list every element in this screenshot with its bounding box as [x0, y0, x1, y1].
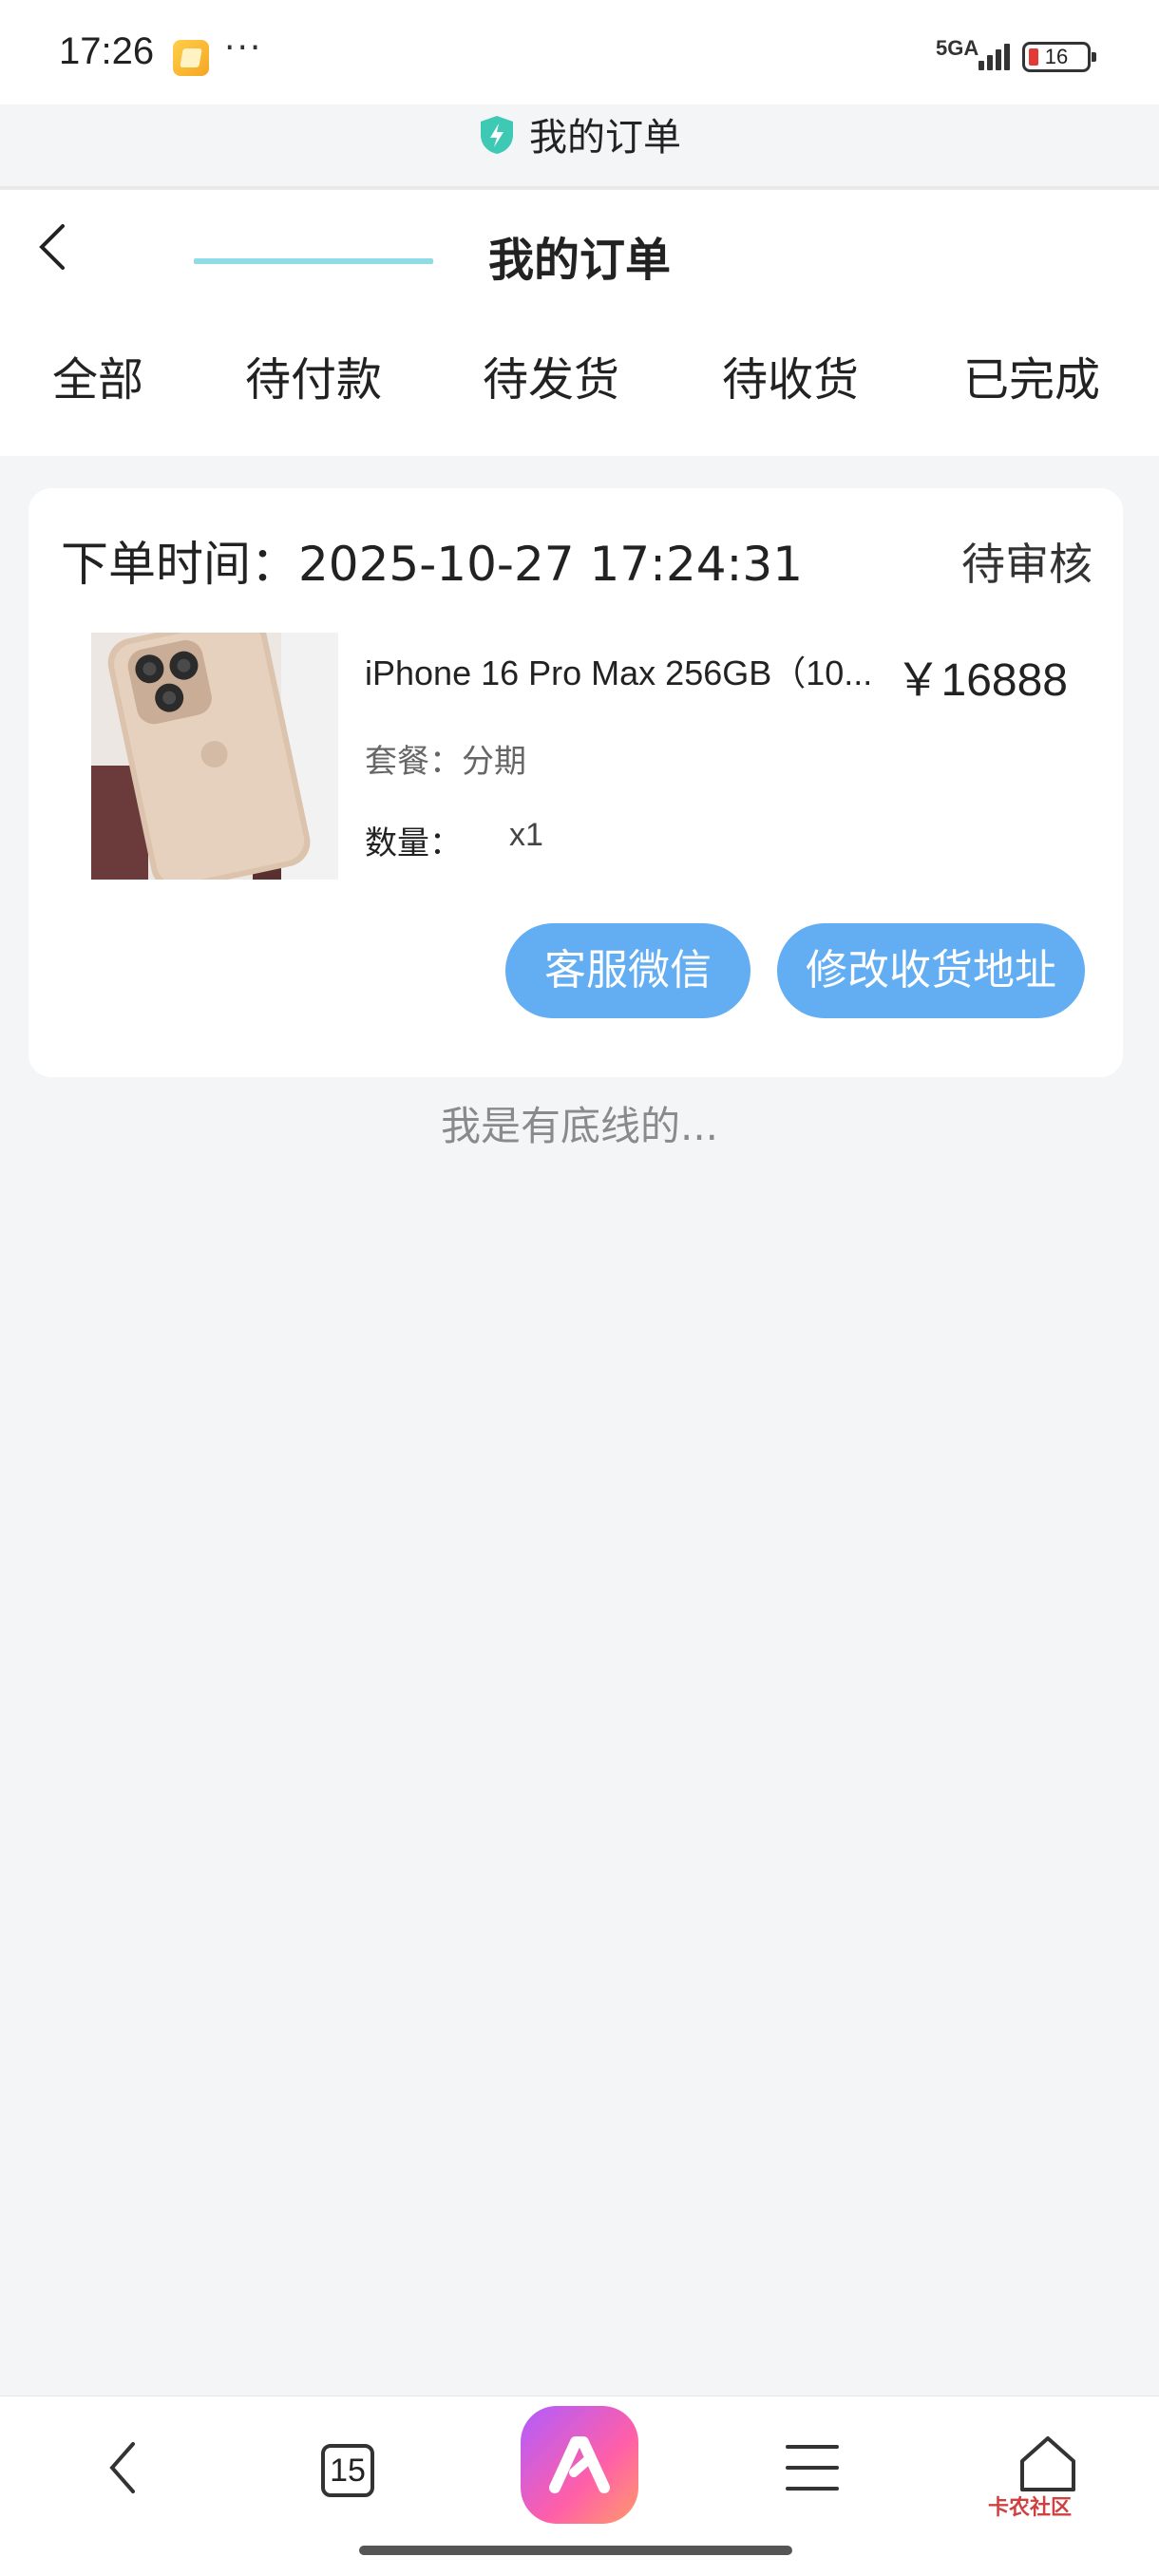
product-image[interactable]: [91, 633, 338, 880]
status-time: 17:26: [59, 30, 155, 72]
page-title: 我的订单: [487, 234, 671, 287]
app-header: 我的订单 全部 待付款 待发货 待收货 已完成: [0, 190, 1159, 456]
battery-level: 16: [1044, 45, 1069, 68]
tab-all[interactable]: 全部: [28, 342, 167, 456]
network-type: 5GA: [936, 36, 979, 60]
nav-back-button[interactable]: [86, 2396, 180, 2539]
edit-address-button[interactable]: 修改收货地址: [777, 923, 1085, 1018]
browser-title: 我的订单: [529, 116, 681, 160]
browser-app-button[interactable]: [521, 2406, 638, 2524]
shield-icon: [481, 116, 513, 154]
quantity-value: x1: [509, 817, 543, 853]
product-price: ￥16888: [895, 655, 1068, 706]
home-icon: [1020, 2436, 1075, 2491]
more-notifications-icon: ···: [224, 28, 263, 67]
tab-pending-payment[interactable]: 待付款: [194, 342, 433, 456]
order-status: 待审核: [961, 539, 1092, 590]
product-name: iPhone 16 Pro Max 256GB（10...: [365, 653, 873, 692]
browser-title-bar: 我的订单: [0, 106, 1159, 161]
tab-pending-receipt[interactable]: 待收货: [695, 342, 885, 456]
order-card[interactable]: 下单时间：2025-10-27 17:24:31 待审核 iPhone 16 P…: [28, 488, 1123, 1077]
app-logo-icon: [549, 2436, 610, 2493]
quantity-label: 数量：: [365, 824, 462, 862]
active-tab-indicator: [194, 258, 433, 264]
tab-completed[interactable]: 已完成: [937, 342, 1127, 456]
hamburger-menu-icon: [786, 2445, 839, 2491]
menu-button[interactable]: [770, 2396, 855, 2539]
end-of-list-text: 我是有底线的...: [440, 1103, 719, 1149]
signal-icon: [978, 42, 1011, 70]
iphone-product-photo: [91, 633, 338, 880]
notification-app-icon: [173, 40, 209, 76]
tab-pending-shipment[interactable]: 待发货: [456, 342, 646, 456]
battery-icon: 16: [1022, 42, 1096, 72]
home-indicator[interactable]: [359, 2546, 792, 2555]
status-bar: 17:26 ··· 5GA 16: [0, 0, 1159, 104]
tabs-count-button[interactable]: 15: [321, 2444, 374, 2497]
watermark-logo: 卡农社区: [988, 2496, 1073, 2520]
package-info: 套餐：分期: [365, 743, 526, 781]
order-time: 下单时间：2025-10-27 17:24:31: [61, 537, 804, 592]
chevron-left-icon: [109, 2442, 135, 2493]
order-tabs: 全部 待付款 待发货 待收货 已完成: [0, 342, 1159, 456]
customer-service-wechat-button[interactable]: 客服微信: [505, 923, 750, 1018]
